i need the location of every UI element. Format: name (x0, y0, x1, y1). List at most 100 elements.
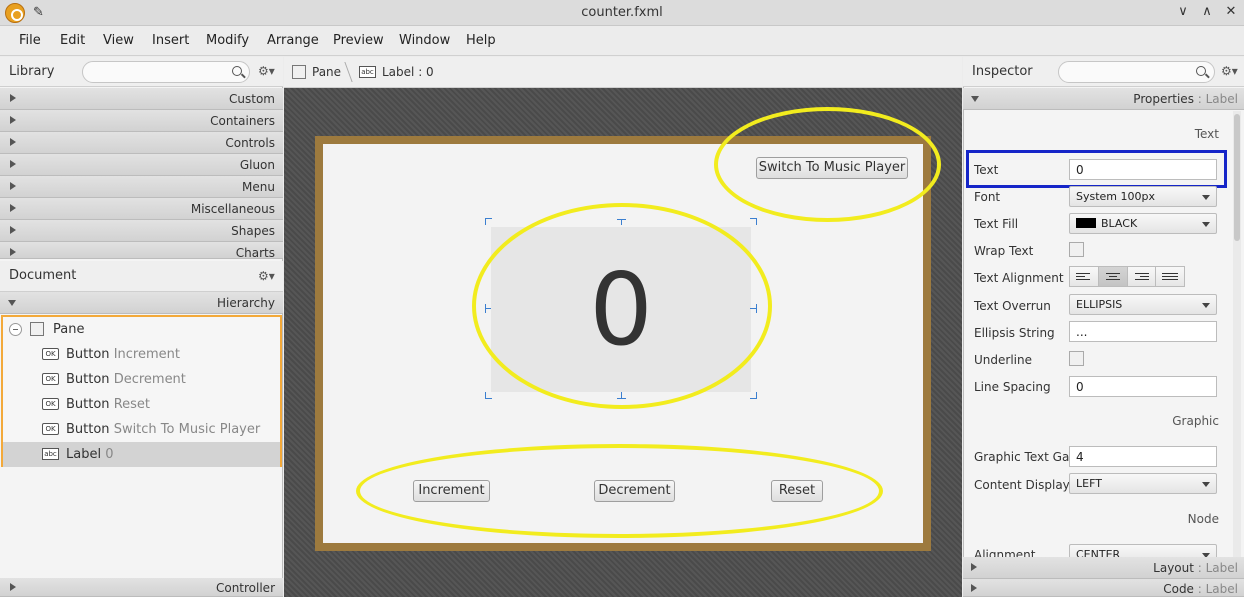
properties-section-header[interactable]: Properties : Label (963, 88, 1244, 110)
font-select[interactable]: System 100px (1069, 186, 1217, 207)
hierarchy-item-button-increment[interactable]: OK Button Increment (3, 342, 280, 367)
line-spacing-field[interactable]: 0 (1069, 376, 1217, 397)
align-justify-icon[interactable] (1156, 267, 1184, 286)
maximize-icon[interactable]: ∧ (1198, 4, 1216, 19)
prop-label-underline: Underline (974, 353, 1032, 367)
selection-handle[interactable] (485, 218, 492, 225)
button-icon: OK (42, 348, 59, 360)
prop-label-text-alignment: Text Alignment (974, 271, 1064, 285)
chevron-down-icon (1202, 303, 1210, 308)
align-left-icon[interactable] (1070, 267, 1099, 286)
menu-insert[interactable]: Insert (152, 33, 189, 48)
library-title: Library (9, 64, 55, 79)
expand-icon (10, 160, 16, 168)
color-swatch (1076, 218, 1096, 228)
hierarchy-header[interactable]: Hierarchy (0, 292, 283, 314)
text-fill-select[interactable]: BLACK (1069, 213, 1217, 234)
inspector-scrollbar-thumb[interactable] (1234, 114, 1240, 241)
menu-help[interactable]: Help (466, 33, 496, 48)
library-category-charts[interactable]: Charts (0, 242, 283, 260)
pane-icon (292, 65, 306, 79)
expand-icon (10, 583, 16, 591)
library-category-menu[interactable]: Menu (0, 176, 283, 198)
close-icon[interactable]: ✕ (1222, 4, 1240, 19)
library-search-input[interactable] (82, 61, 250, 83)
title-bar: ✎ counter.fxml ∨ ∧ ✕ (0, 0, 1244, 26)
graphic-text-gap-field[interactable]: 4 (1069, 446, 1217, 467)
selection-handle[interactable] (485, 392, 492, 399)
prop-label-ellipsis-string: Ellipsis String (974, 326, 1055, 340)
inspector-title: Inspector (972, 64, 1033, 79)
library-category-controls[interactable]: Controls (0, 132, 283, 154)
button-icon: OK (42, 423, 59, 435)
align-right-icon[interactable] (1127, 267, 1157, 286)
hierarchy-item-button-decrement[interactable]: OK Button Decrement (3, 367, 280, 392)
library-category-containers[interactable]: Containers (0, 110, 283, 132)
prop-label-text-fill: Text Fill (974, 217, 1019, 231)
prop-label-wrap-text: Wrap Text (974, 244, 1034, 258)
content-display-select[interactable]: LEFT (1069, 473, 1217, 494)
layout-section-header[interactable]: Layout : Label (963, 557, 1244, 579)
collapse-tree-icon[interactable] (9, 323, 22, 336)
expand-icon (10, 182, 16, 190)
document-gear-icon[interactable]: ⚙▾ (258, 269, 275, 283)
collapse-icon (8, 300, 16, 306)
highlight-ellipse (356, 444, 883, 538)
graphic-section-title: Graphic (1172, 414, 1219, 428)
window-title: counter.fxml (581, 5, 663, 20)
menu-view[interactable]: View (103, 33, 134, 48)
minimize-icon[interactable]: ∨ (1174, 4, 1192, 19)
document-title: Document (9, 268, 77, 283)
selection-handle[interactable] (750, 218, 757, 225)
library-category-gluon[interactable]: Gluon (0, 154, 283, 176)
ellipsis-string-field[interactable]: ... (1069, 321, 1217, 342)
menu-window[interactable]: Window (399, 33, 450, 48)
menu-preview[interactable]: Preview (333, 33, 384, 48)
expand-icon (10, 204, 16, 212)
menu-arrange[interactable]: Arrange (267, 33, 319, 48)
alignment-row-clip: Alignment CENTER (964, 543, 1232, 557)
hierarchy-item-pane[interactable]: Pane (3, 317, 280, 342)
search-icon (232, 66, 242, 76)
breadcrumb: Pane abc Label : 0 (284, 57, 962, 88)
menu-file[interactable]: File (19, 33, 41, 48)
inspector-search-input[interactable] (1058, 61, 1215, 83)
expand-icon (10, 138, 16, 146)
code-section-header[interactable]: Code : Label (963, 579, 1244, 597)
expand-icon (10, 94, 16, 102)
prop-label-content-display: Content Display (974, 478, 1070, 492)
expand-icon (10, 248, 16, 256)
library-category-custom[interactable]: Custom (0, 88, 283, 110)
wrap-text-checkbox[interactable] (1069, 242, 1084, 257)
alignment-select[interactable]: CENTER (1069, 544, 1217, 557)
prop-label-graphic-text-gap: Graphic Text Gap (974, 450, 1077, 464)
breadcrumb-label[interactable]: Label : 0 (382, 65, 434, 79)
align-center-icon[interactable] (1098, 267, 1128, 286)
hierarchy-item-label[interactable]: abc Label 0 (3, 442, 280, 467)
menu-modify[interactable]: Modify (206, 33, 249, 48)
inspector-gear-icon[interactable]: ⚙▾ (1221, 64, 1238, 78)
text-alignment-group (1069, 266, 1185, 287)
controller-header[interactable]: Controller (0, 578, 283, 597)
document-header: Document (0, 261, 283, 292)
library-gear-icon[interactable]: ⚙▾ (258, 64, 275, 78)
library-category-shapes[interactable]: Shapes (0, 220, 283, 242)
expand-icon (971, 563, 977, 571)
prop-label-line-spacing: Line Spacing (974, 380, 1051, 394)
text-section-title: Text (1194, 127, 1219, 141)
search-icon (1196, 66, 1206, 76)
prop-label-alignment: Alignment (974, 548, 1036, 557)
selection-handle[interactable] (750, 392, 757, 399)
hierarchy-item-button-switch[interactable]: OK Button Switch To Music Player (3, 417, 280, 442)
expand-icon (10, 226, 16, 234)
node-section-title: Node (1187, 512, 1219, 526)
button-icon: OK (42, 373, 59, 385)
menu-edit[interactable]: Edit (60, 33, 85, 48)
chevron-down-icon (1202, 222, 1210, 227)
text-overrun-select[interactable]: ELLIPSIS (1069, 294, 1217, 315)
library-category-miscellaneous[interactable]: Miscellaneous (0, 198, 283, 220)
hierarchy-item-button-reset[interactable]: OK Button Reset (3, 392, 280, 417)
expand-icon (10, 116, 16, 124)
menu-bar: File Edit View Insert Modify Arrange Pre… (0, 26, 1244, 56)
underline-checkbox[interactable] (1069, 351, 1084, 366)
